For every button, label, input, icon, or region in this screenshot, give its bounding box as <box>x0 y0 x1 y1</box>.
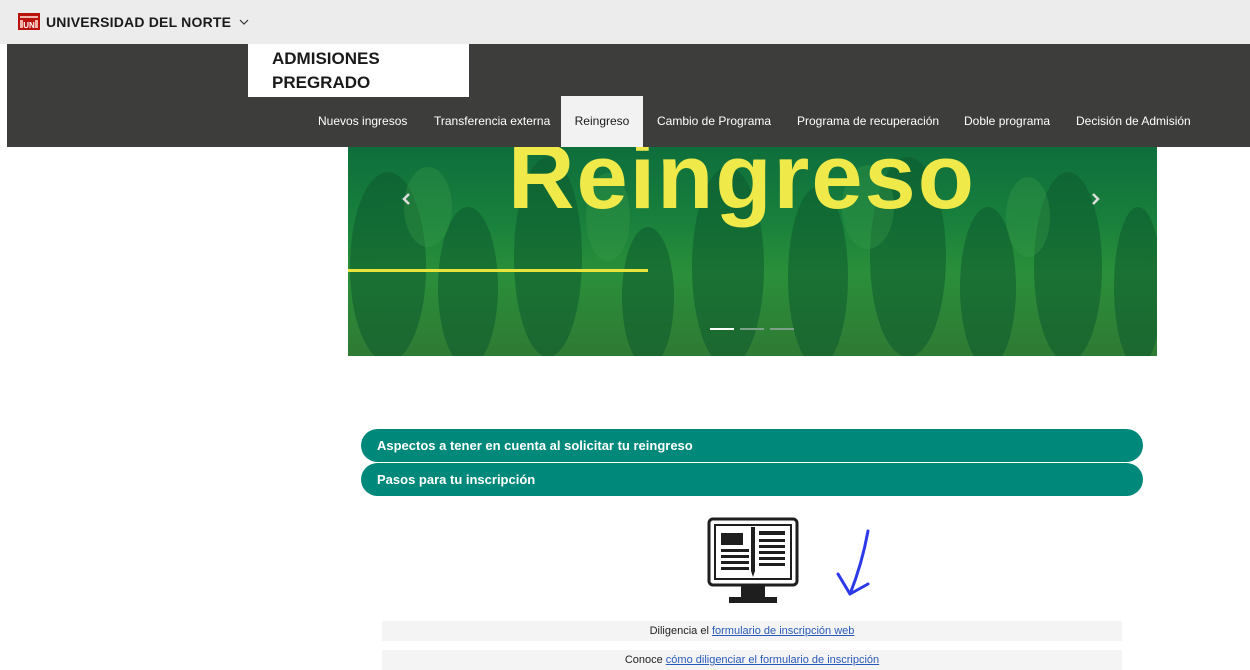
university-name: UNIVERSIDAD DEL NORTE <box>46 13 232 30</box>
hero-title: Reingreso <box>508 147 976 228</box>
step-row1-text: Diligencia el <box>649 625 712 637</box>
nav-item-cambio-de-programa[interactable]: Cambio de Programa <box>657 96 771 147</box>
nav-item-decision-de-admision[interactable]: Decisión de Admisión <box>1076 96 1191 147</box>
step-row-formulario-web: Diligencia el formulario de inscripción … <box>382 621 1122 641</box>
university-logo-icon: UN <box>18 13 40 30</box>
formulario-inscripcion-web-link[interactable]: formulario de inscripción web <box>712 625 854 637</box>
nav-item-nuevos-ingresos[interactable]: Nuevos ingresos <box>318 96 407 147</box>
top-bar: UN UNIVERSIDAD DEL NORTE <box>0 0 1250 44</box>
chevron-right-icon[interactable] <box>1088 192 1102 206</box>
accordion-pasos-inscripcion[interactable]: Pasos para tu inscripción <box>361 463 1143 496</box>
nav-item-doble-programa[interactable]: Doble programa <box>964 96 1050 147</box>
nav-item-transferencia-externa[interactable]: Transferencia externa <box>434 96 550 147</box>
step-row-como-diligenciar: Conoce cómo diligenciar el formulario de… <box>382 650 1122 670</box>
site-title-line2: PREGRADO <box>272 73 371 92</box>
nav-item-programa-de-recuperacion[interactable]: Programa de recuperación <box>797 96 939 147</box>
carousel-indicator-3[interactable] <box>770 328 794 330</box>
chevron-down-icon[interactable] <box>239 18 249 26</box>
site-title-line1: ADMISIONES <box>272 49 380 68</box>
carousel-indicator-1[interactable] <box>710 328 734 330</box>
university-logo-text: UN <box>23 21 35 30</box>
como-diligenciar-formulario-link[interactable]: cómo diligenciar el formulario de inscri… <box>666 654 879 666</box>
hero-carousel: Reingreso <box>348 147 1157 356</box>
chevron-left-icon[interactable] <box>400 192 414 206</box>
university-brand[interactable]: UN UNIVERSIDAD DEL NORTE <box>18 13 249 30</box>
blue-arrow-annotation <box>836 529 870 596</box>
site-title-box[interactable]: ADMISIONES PREGRADO <box>248 44 469 97</box>
nav-item-reingreso[interactable]: Reingreso <box>561 96 643 147</box>
step-row2-text: Conoce <box>624 654 666 666</box>
carousel-indicator-2[interactable] <box>740 328 764 330</box>
accordion-aspectos-reingreso[interactable]: Aspectos a tener en cuenta al solicitar … <box>361 429 1143 462</box>
hero-underline <box>348 269 648 272</box>
monitor-form-icon <box>707 517 799 603</box>
